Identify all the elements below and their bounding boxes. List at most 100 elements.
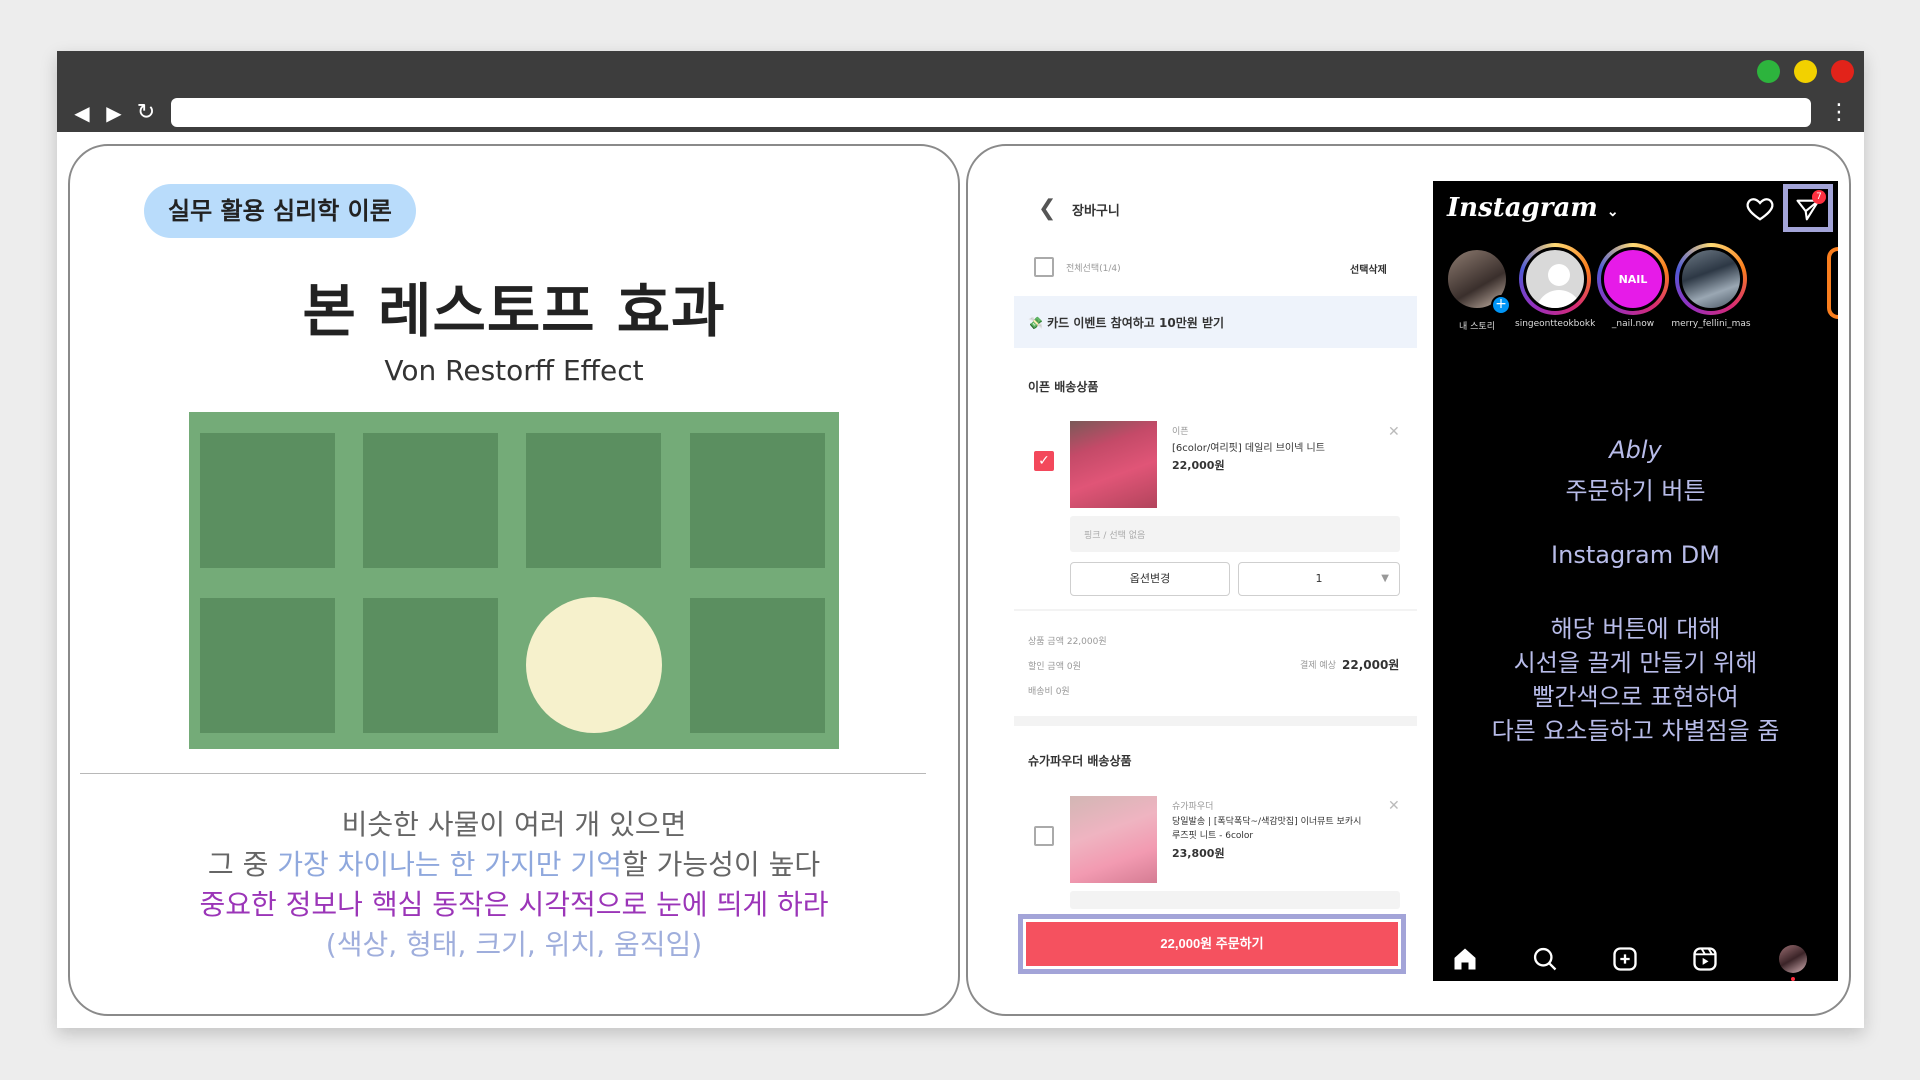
create-post-icon[interactable] <box>1611 945 1639 973</box>
avatar <box>1679 247 1743 311</box>
reels-icon[interactable] <box>1691 945 1719 973</box>
item-checkbox-checked[interactable]: ✓ <box>1034 451 1054 471</box>
story-name: merry_fellini_mas <box>1671 319 1751 329</box>
description-text: 할 가능성이 높다 <box>621 848 821 881</box>
grid-square <box>363 598 498 733</box>
event-banner[interactable]: 💸 카드 이벤트 참여하고 10만원 받기 <box>1014 296 1417 348</box>
story-item[interactable]: merry_fellini_mas <box>1671 243 1751 329</box>
back-chevron-icon[interactable]: ❮ <box>1038 196 1056 221</box>
change-option-button[interactable]: 옵션변경 <box>1070 562 1230 596</box>
product-image[interactable] <box>1070 421 1157 508</box>
chevron-down-icon: ⌄ <box>1606 204 1619 220</box>
search-icon[interactable] <box>1531 945 1559 973</box>
divider <box>1014 609 1417 611</box>
cart-title: 장바구니 <box>1072 204 1120 219</box>
annotation-line: 다른 요소들하고 차별점을 줌 <box>1491 717 1780 745</box>
grid-square <box>690 433 825 568</box>
instagram-bottom-nav <box>1433 937 1838 981</box>
event-banner-text: 💸 카드 이벤트 참여하고 10만원 받기 <box>1028 316 1225 330</box>
examples-panel: ❮ 장바구니 전체선택(1/4) 선택삭제 💸 카드 이벤트 참여하고 10만원… <box>966 144 1851 1016</box>
default-avatar-body <box>1536 290 1582 308</box>
distinct-circle <box>526 597 662 733</box>
select-all-checkbox[interactable] <box>1034 257 1054 277</box>
story-item[interactable]: NAIL NOW _nail.now <box>1593 243 1673 329</box>
section-separator <box>1014 716 1417 726</box>
option-display: 핑크 / 선택 없음 <box>1070 516 1400 552</box>
item-checkbox[interactable] <box>1034 826 1054 846</box>
quantity-select[interactable]: 1 ▼ <box>1238 562 1400 596</box>
description-line-2: 그 중 가장 차이나는 한 가지만 기억할 가능성이 높다 <box>70 843 958 883</box>
option-display <box>1070 891 1400 909</box>
avatar: NAIL NOW <box>1601 247 1665 311</box>
minimize-button[interactable] <box>1794 60 1817 83</box>
story-item[interactable]: singeontteokbokki <box>1515 243 1595 329</box>
grid-square <box>200 598 335 733</box>
instagram-logo[interactable]: Instagram ⌄ <box>1447 193 1619 223</box>
expected-payment-value: 22,000원 <box>1342 658 1400 672</box>
heart-icon[interactable] <box>1745 193 1775 223</box>
grid-square <box>200 433 335 568</box>
back-arrow-icon[interactable]: ◀ <box>69 100 95 126</box>
home-icon[interactable] <box>1451 945 1479 973</box>
dm-badge: 7 <box>1812 190 1826 204</box>
grid-square <box>363 433 498 568</box>
ably-cart-screen: ❮ 장바구니 전체선택(1/4) 선택삭제 💸 카드 이벤트 참여하고 10만원… <box>1014 146 1417 1014</box>
item-brand: 이픈 <box>1172 427 1189 437</box>
option-text: 핑크 / 선택 없음 <box>1084 531 1146 541</box>
story-ring: NAIL NOW <box>1597 243 1669 315</box>
chevron-down-icon: ▼ <box>1381 573 1389 584</box>
instagram-logo-text: Instagram <box>1447 193 1598 223</box>
maximize-button[interactable] <box>1757 60 1780 83</box>
profile-avatar[interactable] <box>1779 945 1807 973</box>
kebab-menu-icon[interactable]: ⋮ <box>1828 98 1850 128</box>
dm-button-highlight[interactable]: 7 <box>1783 184 1833 232</box>
close-button[interactable] <box>1831 60 1854 83</box>
item-brand: 슈가파우더 <box>1172 802 1214 812</box>
discount-amount: 할인 금액 0원 <box>1028 662 1081 672</box>
avatar <box>1523 247 1587 311</box>
story-name: singeontteokbokki <box>1515 319 1595 329</box>
annotation-line: 해당 버튼에 대해 <box>1550 615 1721 643</box>
annotation-instagram-dm: Instagram DM <box>1551 541 1720 569</box>
description-line-4: (색상, 형태, 크기, 위치, 움직임) <box>325 928 703 961</box>
item-name[interactable]: 당일발송 | [폭닥폭닥~/색감맛집] 이너뮤트 보카시 <box>1172 814 1361 827</box>
divider <box>80 773 926 774</box>
item-name[interactable]: [6color/여리핏] 데일리 브이넥 니트 <box>1172 439 1325 454</box>
theory-panel: 실무 활용 심리학 이론 본 레스토프 효과 Von Restorff Effe… <box>68 144 960 1016</box>
product-amount: 상품 금액 22,000원 <box>1028 637 1107 647</box>
title-bar <box>57 51 1864 95</box>
order-button-highlight: 22,000원 주문하기 <box>1018 914 1406 974</box>
add-story-icon[interactable]: + <box>1491 295 1511 315</box>
story-item[interactable]: + 내 스토리 <box>1437 243 1517 332</box>
description-line-1: 비슷한 사물이 여러 개 있으면 <box>341 808 687 841</box>
annotation-line: 빨간색으로 표현하여 <box>1532 683 1739 711</box>
annotation-order-button: 주문하기 버튼 <box>1565 477 1706 505</box>
annotation-line: 시선을 끌게 만들기 위해 <box>1513 649 1758 677</box>
remove-item-icon[interactable]: ✕ <box>1388 424 1400 440</box>
story-ring <box>1675 243 1747 315</box>
address-bar[interactable] <box>171 98 1811 127</box>
grid-square <box>690 598 825 733</box>
item-name-continued[interactable]: 루즈핏 니트 - 6color <box>1172 828 1253 841</box>
von-restorff-illustration <box>189 412 839 749</box>
page-title: 본 레스토프 효과 <box>302 277 726 345</box>
story-name: 내 스토리 <box>1459 322 1495 332</box>
description-line-3: 중요한 정보나 핵심 동작은 시각적으로 눈에 띄게 하라 <box>199 888 829 921</box>
default-avatar-head <box>1548 264 1570 286</box>
reload-icon[interactable]: ↻ <box>133 100 159 126</box>
story-ring-partial <box>1827 247 1838 319</box>
delete-selected-button[interactable]: 선택삭제 <box>1350 261 1387 276</box>
browser-window: ◀ ▶ ↻ ⋮ 실무 활용 심리학 이론 본 레스토프 효과 Von Resto… <box>57 51 1864 1028</box>
order-button[interactable]: 22,000원 주문하기 <box>1026 922 1398 966</box>
notification-dot <box>1791 977 1795 981</box>
annotation-app-name: Ably <box>1609 436 1662 464</box>
forward-arrow-icon[interactable]: ▶ <box>101 100 127 126</box>
product-image[interactable] <box>1070 796 1157 883</box>
section-title: 이픈 배송상품 <box>1028 380 1099 394</box>
grid-square <box>526 433 661 568</box>
shipping-fee: 배송비 0원 <box>1028 687 1070 697</box>
instagram-screen: Instagram ⌄ 7 + 내 스토리 singeontteokbokki … <box>1433 181 1838 981</box>
expected-payment-label: 결제 예상 <box>1300 661 1336 671</box>
category-tag: 실무 활용 심리학 이론 <box>144 184 416 238</box>
remove-item-icon[interactable]: ✕ <box>1388 798 1400 814</box>
